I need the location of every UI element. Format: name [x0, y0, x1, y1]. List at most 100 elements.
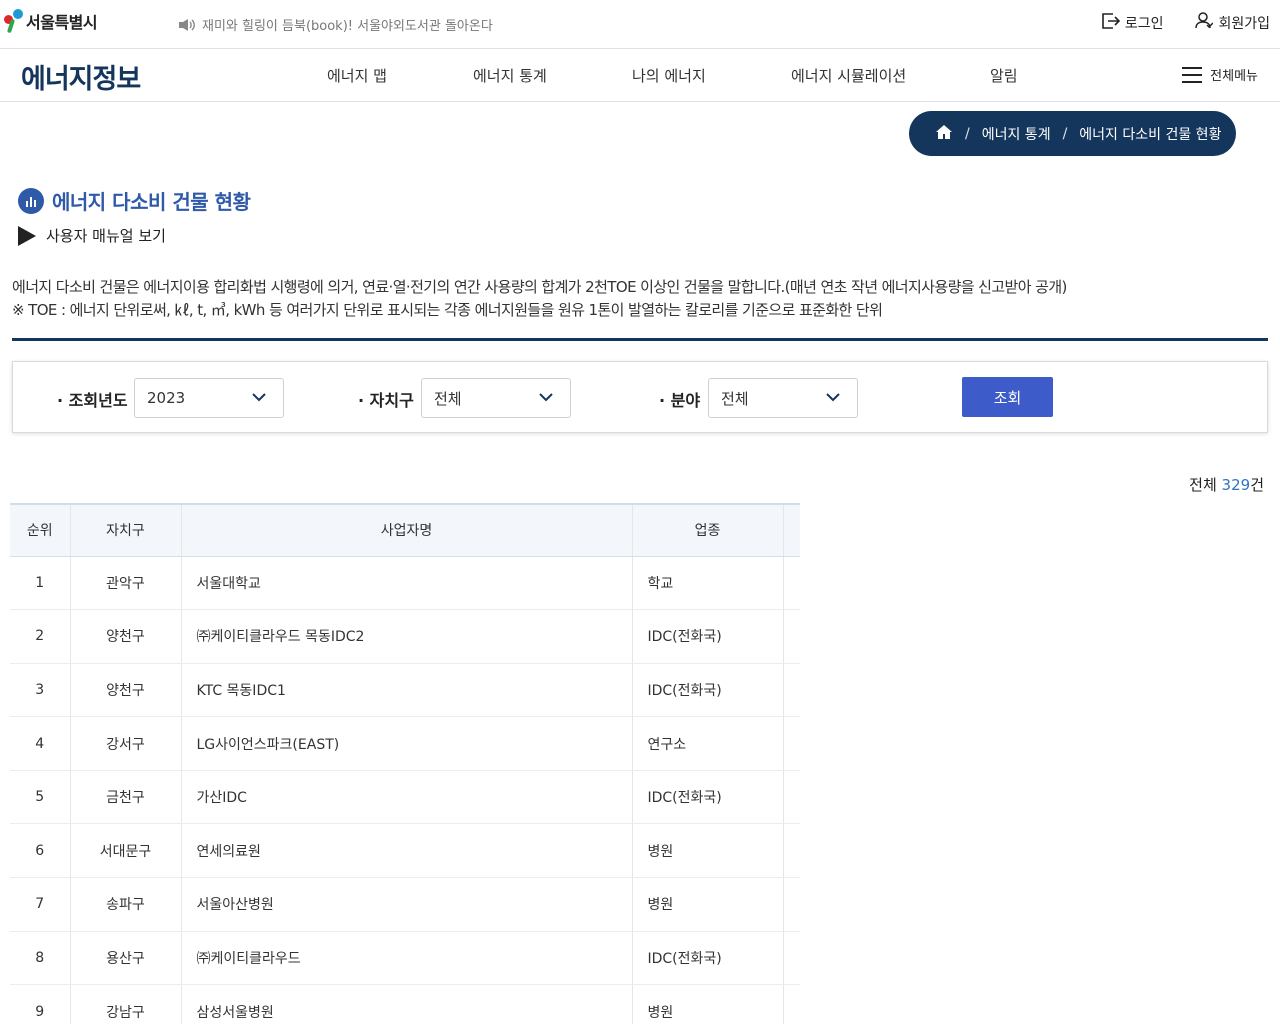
page-title-block: 에너지 다소비 건물 현황 — [18, 186, 251, 215]
cell-company: 삼성서울병원 — [180, 984, 632, 1024]
all-menu-label: 전체메뉴 — [1210, 69, 1258, 84]
top-bar: 서울특별시 재미와 힐링이 듬북(book)! 서울야외도서관 돌아온다 로그인… — [0, 0, 1280, 49]
notice-ticker[interactable]: 재미와 힐링이 듬북(book)! 서울야외도서관 돌아온다 — [178, 15, 493, 34]
cell-company: 서울대학교 — [180, 556, 632, 611]
breadcrumb-separator: / — [965, 125, 970, 142]
nav-notice[interactable]: 알림 — [990, 65, 1018, 86]
login-icon — [1102, 12, 1120, 33]
cell-rank: 6 — [10, 823, 70, 879]
cell-company: LG사이언스파크(EAST) — [180, 716, 632, 771]
district-select[interactable]: 전체 — [421, 378, 571, 418]
nav-energy-stats[interactable]: 에너지 통계 — [473, 65, 547, 86]
search-button[interactable]: 조회 — [962, 377, 1053, 417]
cell-rank: 2 — [10, 609, 70, 664]
cell-company: 서울아산병원 — [180, 877, 632, 932]
results-table: 순위 자치구 사업자명 업종 1 관악구 서울대학교 학교 2 양천구 ㈜케이티… — [10, 503, 800, 1024]
breadcrumb: / 에너지 통계 / 에너지 다소비 건물 현황 — [909, 111, 1236, 156]
description-line: 에너지 다소비 건물은 에너지이용 합리화법 시행령에 의거, 연료·열·전기의… — [12, 278, 1067, 296]
signup-link[interactable]: 회원가입 — [1195, 12, 1270, 33]
speaker-icon — [178, 18, 196, 32]
top-links: 로그인 회원가입 — [1102, 12, 1270, 33]
cell-overflow — [782, 609, 800, 664]
user-manual-link[interactable]: 사용자 매뉴얼 보기 — [18, 225, 166, 246]
breadcrumb-energy-stats[interactable]: 에너지 통계 — [982, 124, 1051, 144]
play-icon — [18, 225, 36, 246]
cell-industry: IDC(전화국) — [631, 609, 783, 664]
table-row[interactable]: 7 송파구 서울아산병원 병원 — [10, 877, 800, 932]
nav-energy-simulation[interactable]: 에너지 시뮬레이션 — [791, 65, 906, 86]
cell-district: 용산구 — [69, 931, 181, 986]
total-number: 329 — [1221, 476, 1251, 494]
chevron-down-icon — [251, 389, 267, 409]
page-description: 에너지 다소비 건물은 에너지이용 합리화법 시행령에 의거, 연료·열·전기의… — [12, 276, 1067, 322]
header-company[interactable]: 사업자명 — [180, 503, 632, 557]
breadcrumb-current[interactable]: 에너지 다소비 건물 현황 — [1079, 124, 1221, 144]
cell-company: 연세의료원 — [180, 823, 632, 879]
login-link[interactable]: 로그인 — [1102, 12, 1164, 33]
table-row[interactable]: 2 양천구 ㈜케이티클라우드 목동IDC2 IDC(전화국) — [10, 609, 800, 664]
table-row[interactable]: 1 관악구 서울대학교 학교 — [10, 556, 800, 611]
toe-note: ※ TOE : 에너지 단위로써, ㎘, t, ㎥, kWh 등 여러가지 단위… — [12, 301, 883, 319]
user-manual-label: 사용자 매뉴얼 보기 — [46, 227, 166, 245]
field-value: 전체 — [721, 389, 749, 408]
year-select[interactable]: 2023 — [134, 378, 284, 418]
table-row[interactable]: 5 금천구 가산IDC IDC(전화국) — [10, 770, 800, 825]
district-label: · 자치구 — [358, 391, 414, 410]
seoul-logo-text: 서울특별시 — [26, 13, 98, 32]
cell-industry: 병원 — [631, 877, 783, 932]
signup-label: 회원가입 — [1218, 15, 1270, 32]
cell-industry: 학교 — [631, 556, 783, 611]
cell-district: 금천구 — [69, 770, 181, 825]
total-prefix: 전체 — [1189, 476, 1217, 494]
cell-industry: IDC(전화국) — [631, 931, 783, 986]
cell-rank: 5 — [10, 770, 70, 825]
cell-district: 서대문구 — [69, 823, 181, 879]
cell-industry: 연구소 — [631, 716, 783, 771]
cell-industry: IDC(전화국) — [631, 663, 783, 718]
cell-company: KTC 목동IDC1 — [180, 663, 632, 718]
cell-industry: IDC(전화국) — [631, 770, 783, 825]
cell-industry: 병원 — [631, 984, 783, 1024]
header-rank[interactable]: 순위 — [10, 503, 70, 557]
main-nav: 에너지정보 에너지 맵 에너지 통계 나의 에너지 에너지 시뮬레이션 알림 전… — [0, 49, 1280, 102]
cell-district: 관악구 — [69, 556, 181, 611]
home-icon[interactable] — [935, 124, 953, 144]
table-row[interactable]: 4 강서구 LG사이언스파크(EAST) 연구소 — [10, 716, 800, 771]
cell-overflow — [782, 556, 800, 611]
bar-chart-icon — [18, 187, 44, 214]
table-row[interactable]: 3 양천구 KTC 목동IDC1 IDC(전화국) — [10, 663, 800, 718]
cell-rank: 8 — [10, 931, 70, 986]
hamburger-icon — [1182, 66, 1203, 83]
cell-rank: 1 — [10, 556, 70, 611]
chevron-down-icon — [538, 389, 554, 409]
field-select[interactable]: 전체 — [708, 378, 858, 418]
cell-overflow — [782, 716, 800, 771]
cell-rank: 7 — [10, 877, 70, 932]
cell-rank: 3 — [10, 663, 70, 718]
all-menu-button[interactable]: 전체메뉴 — [1182, 65, 1258, 84]
cell-district: 송파구 — [69, 877, 181, 932]
table-row[interactable]: 9 강남구 삼성서울병원 병원 — [10, 984, 800, 1024]
total-suffix: 건 — [1250, 476, 1264, 494]
nav-energy-map[interactable]: 에너지 맵 — [327, 65, 387, 86]
seoul-logo-icon — [2, 9, 24, 34]
cell-industry: 병원 — [631, 823, 783, 879]
section-divider — [12, 338, 1268, 341]
cell-district: 강서구 — [69, 716, 181, 771]
field-label: · 분야 — [659, 391, 701, 410]
seoul-logo[interactable]: 서울특별시 — [2, 9, 98, 34]
cell-company: 가산IDC — [180, 770, 632, 825]
table-row[interactable]: 6 서대문구 연세의료원 병원 — [10, 823, 800, 879]
signup-icon — [1195, 12, 1214, 33]
table-row[interactable]: 8 용산구 ㈜케이티클라우드 IDC(전화국) — [10, 931, 800, 986]
chevron-down-icon — [825, 389, 841, 409]
login-label: 로그인 — [1124, 15, 1164, 32]
nav-my-energy[interactable]: 나의 에너지 — [632, 65, 706, 86]
cell-overflow — [782, 877, 800, 932]
header-district[interactable]: 자치구 — [69, 503, 181, 557]
cell-district: 양천구 — [69, 663, 181, 718]
cell-overflow — [782, 823, 800, 879]
page-title: 에너지 다소비 건물 현황 — [52, 190, 251, 214]
header-overflow — [782, 503, 800, 557]
header-industry[interactable]: 업종 — [631, 503, 783, 557]
